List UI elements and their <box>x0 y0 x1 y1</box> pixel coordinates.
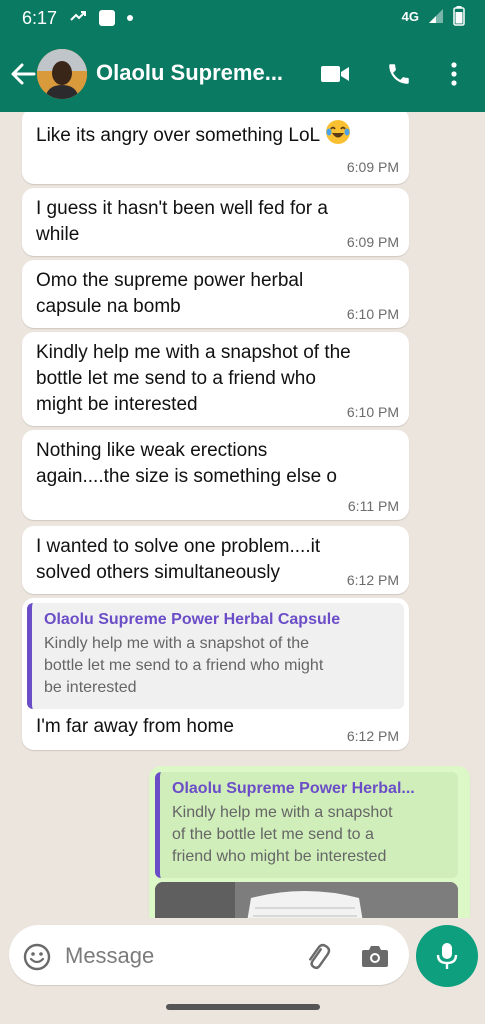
message-bubble[interactable]: Omo the supreme power herbal capsule na … <box>22 260 409 328</box>
message-text: I wanted to solve one problem....it solv… <box>36 534 320 586</box>
message-bubble[interactable]: Like its angry over something LoL 6:09 P… <box>22 112 409 184</box>
quoted-message[interactable]: Olaolu Supreme Power Herbal... Kindly he… <box>155 772 458 878</box>
message-time: 6:09 PM <box>346 159 399 175</box>
dot-indicator-icon <box>127 15 133 21</box>
camera-icon[interactable] <box>361 943 389 969</box>
quoted-line: Kindly help me with a snapshot <box>172 804 393 821</box>
message-input-bar: Message <box>0 918 485 1024</box>
avatar-image <box>37 49 87 99</box>
network-type: 4G <box>401 8 419 24</box>
message-time: 6:09 PM <box>346 234 399 250</box>
outgoing-message-bubble[interactable]: Olaolu Supreme Power Herbal... Kindly he… <box>149 766 470 918</box>
status-bar: 6:17 4G <box>0 0 485 36</box>
voice-message-button[interactable] <box>416 925 478 987</box>
battery-icon <box>453 6 465 26</box>
more-options-icon[interactable] <box>447 61 461 87</box>
message-text: I guess it hasn't been well fed for a wh… <box>36 196 328 248</box>
reply-message-bubble[interactable]: Olaolu Supreme Power Herbal Capsule Kind… <box>22 598 409 750</box>
message-line: while <box>36 224 80 245</box>
chat-messages-area[interactable]: Like its angry over something LoL 6:09 P… <box>0 112 485 918</box>
message-bubble[interactable]: Nothing like weak erections again....the… <box>22 430 409 520</box>
message-line: might be interested <box>36 394 198 415</box>
quoted-sender-name: Olaolu Supreme Power Herbal Capsule <box>44 611 341 628</box>
message-line: again....the size is something else o <box>36 466 338 487</box>
status-system-icons: 4G <box>402 6 465 26</box>
status-notification-icons <box>70 9 134 27</box>
gesture-nav-handle[interactable] <box>166 1004 320 1010</box>
message-line: Like its angry over something LoL <box>36 125 321 146</box>
message-input-container[interactable]: Message <box>9 925 409 985</box>
message-time: 6:10 PM <box>346 306 399 322</box>
app-notification-icon <box>99 10 115 26</box>
image-attachment[interactable] <box>155 882 458 918</box>
message-time: 6:11 PM <box>347 498 399 514</box>
quoted-sender-name: Olaolu Supreme Power Herbal... <box>172 780 415 797</box>
bottle-image <box>155 882 458 918</box>
message-bubble[interactable]: Kindly help me with a snapshot of the bo… <box>22 332 409 426</box>
message-line: I guess it hasn't been well fed for a <box>36 198 328 219</box>
message-line: I wanted to solve one problem....it <box>36 536 321 557</box>
laughing-tears-emoji-icon <box>326 120 351 144</box>
status-time: 6:17 <box>22 8 58 28</box>
quoted-line: Kindly help me with a snapshot of the <box>44 635 310 652</box>
message-text: Like its angry over something LoL <box>36 118 352 149</box>
message-time: 6:10 PM <box>346 404 399 420</box>
message-input[interactable]: Message <box>65 943 154 969</box>
microphone-icon <box>436 943 458 969</box>
message-bubble[interactable]: I guess it hasn't been well fed for a wh… <box>22 188 409 256</box>
message-bubble[interactable]: I wanted to solve one problem....it solv… <box>22 526 409 594</box>
missed-call-icon <box>70 11 86 21</box>
message-time: 6:12 PM <box>346 728 399 744</box>
chat-header: Olaolu Supreme... <box>0 36 485 112</box>
attachment-icon[interactable] <box>303 942 333 972</box>
emoji-icon[interactable] <box>23 943 51 971</box>
quoted-message[interactable]: Olaolu Supreme Power Herbal Capsule Kind… <box>27 603 404 709</box>
message-line: Nothing like weak erections <box>36 440 268 461</box>
quoted-line: be interested <box>44 679 137 696</box>
message-text: Omo the supreme power herbal capsule na … <box>36 268 303 320</box>
message-text: I'm far away from home <box>36 716 234 737</box>
video-call-icon[interactable] <box>320 63 350 85</box>
quoted-line: of the bottle let me send to a <box>172 826 374 843</box>
message-line: bottle let me send to a friend who <box>36 368 316 389</box>
quoted-text: Kindly help me with a snapshot of the bo… <box>44 633 323 699</box>
message-time: 6:12 PM <box>346 572 399 588</box>
quoted-line: bottle let me send to a friend who might <box>44 657 324 674</box>
message-text: Kindly help me with a snapshot of the bo… <box>36 340 351 418</box>
message-line: Omo the supreme power herbal <box>36 270 304 291</box>
message-line: solved others simultaneously <box>36 562 280 583</box>
contact-avatar[interactable] <box>37 49 87 99</box>
back-arrow-icon[interactable] <box>8 59 38 89</box>
message-line: capsule na bomb <box>36 296 181 317</box>
quoted-text: Kindly help me with a snapshot of the bo… <box>172 802 393 868</box>
message-line: Kindly help me with a snapshot of the <box>36 342 351 363</box>
signal-icon <box>429 9 443 23</box>
quoted-line: friend who might be interested <box>172 848 387 865</box>
phone-icon[interactable] <box>386 61 412 87</box>
contact-name[interactable]: Olaolu Supreme... <box>96 60 283 86</box>
message-text: Nothing like weak erections again....the… <box>36 438 337 490</box>
